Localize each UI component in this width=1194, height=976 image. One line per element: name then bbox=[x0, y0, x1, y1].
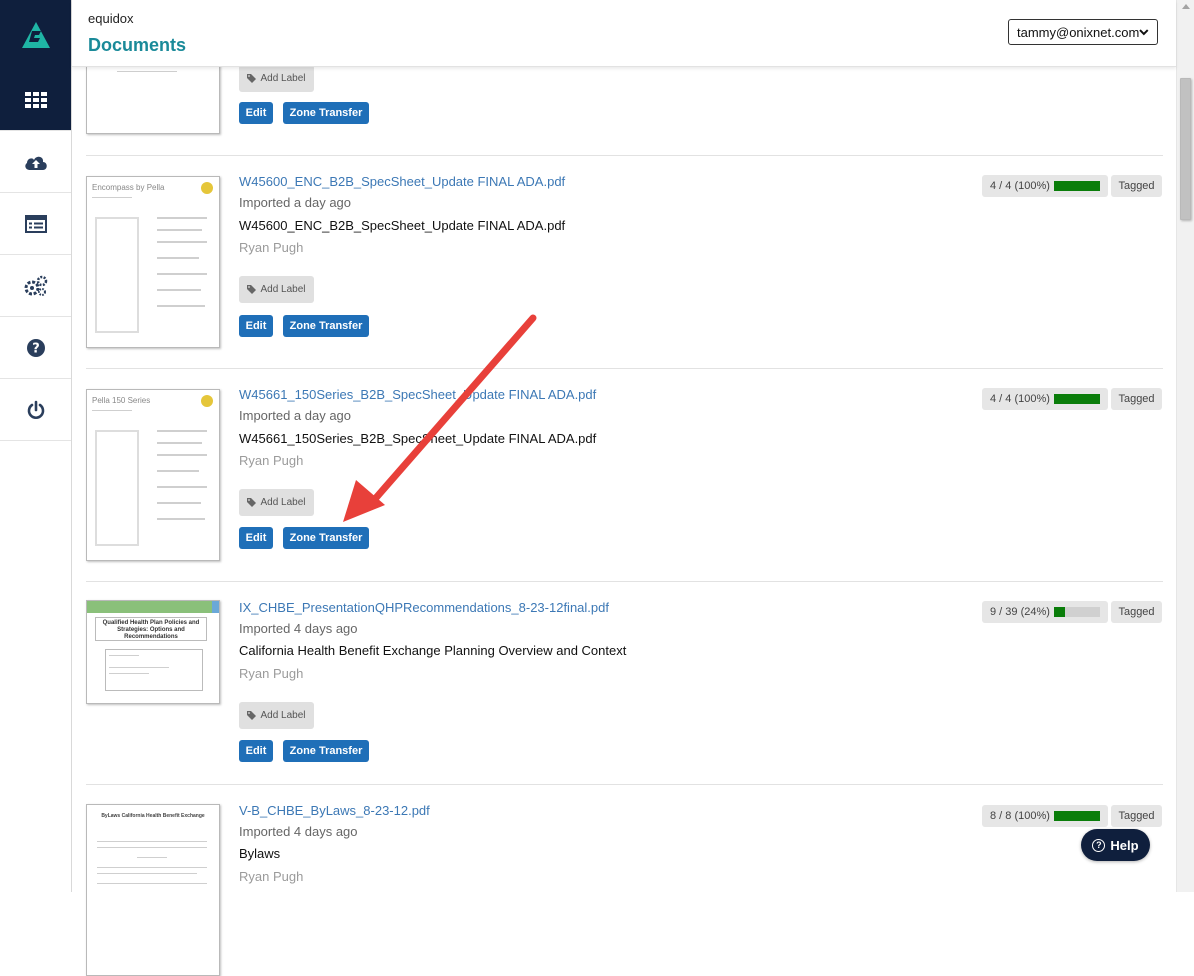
zone-transfer-button[interactable]: Zone Transfer bbox=[283, 527, 369, 549]
add-label-text: Add Label bbox=[260, 710, 306, 721]
add-label-button[interactable]: Add Label bbox=[239, 489, 314, 516]
document-owner: Ryan Pugh bbox=[239, 240, 304, 255]
cloud-upload-icon bbox=[24, 156, 47, 170]
imported-time: Imported 4 days ago bbox=[239, 824, 358, 839]
document-thumbnail[interactable]: Pella 150 Series bbox=[86, 389, 220, 561]
zone-transfer-button[interactable]: Zone Transfer bbox=[283, 102, 369, 124]
document-title: California Health Benefit Exchange Plann… bbox=[239, 643, 627, 658]
document-item: ByLaws California Health Benefit Exchang… bbox=[86, 785, 1163, 976]
scroll-up-arrow[interactable] bbox=[1182, 4, 1190, 9]
question-circle-icon: ? bbox=[1092, 838, 1106, 852]
add-label-button[interactable]: Add Label bbox=[239, 702, 314, 729]
thumbnail-heading: Encompass by Pella bbox=[92, 183, 165, 192]
progress-indicator: 8 / 8 (100%) bbox=[982, 805, 1108, 827]
progress-bar bbox=[1054, 811, 1100, 821]
progress-fill bbox=[1054, 181, 1100, 191]
sidebar-item-list[interactable] bbox=[0, 193, 71, 255]
imported-time: Imported 4 days ago bbox=[239, 621, 358, 636]
tag-icon bbox=[247, 285, 257, 294]
sidebar: ? bbox=[0, 0, 72, 892]
user-email: tammy@onixnet.com bbox=[1017, 24, 1140, 40]
document-owner: Ryan Pugh bbox=[239, 453, 304, 468]
imported-time: Imported a day ago bbox=[239, 408, 352, 423]
logo-icon bbox=[21, 21, 50, 48]
progress-text: 4 / 4 (100%) bbox=[990, 180, 1050, 192]
document-title: Bylaws bbox=[239, 846, 281, 861]
progress-fill bbox=[1054, 394, 1100, 404]
progress-indicator: 9 / 39 (24%) bbox=[982, 601, 1108, 623]
list-icon bbox=[24, 214, 47, 233]
progress-fill bbox=[1054, 811, 1100, 821]
document-filename-link[interactable]: IX_CHBE_PresentationQHPRecommendations_8… bbox=[239, 600, 609, 615]
zone-transfer-button[interactable]: Zone Transfer bbox=[283, 315, 369, 337]
vertical-scrollbar[interactable] bbox=[1176, 0, 1194, 892]
tag-icon bbox=[247, 74, 257, 83]
document-thumbnail[interactable]: Qualified Health Plan Policies and Strat… bbox=[86, 600, 220, 704]
thumbnail-heading: Pella 150 Series bbox=[92, 396, 151, 405]
equidox-logo[interactable] bbox=[0, 0, 71, 69]
edit-button[interactable]: Edit bbox=[239, 315, 273, 337]
status-badge: Tagged bbox=[1111, 805, 1162, 827]
page-header: equidox Documents tammy@onixnet.com bbox=[72, 0, 1176, 67]
add-label-text: Add Label bbox=[260, 497, 306, 508]
document-thumbnail[interactable]: ByLaws California Health Benefit Exchang… bbox=[86, 804, 220, 976]
document-owner: Ryan Pugh bbox=[239, 666, 304, 681]
sidebar-item-logout[interactable] bbox=[0, 379, 71, 441]
thumbnail-heading: Qualified Health Plan Policies and Strat… bbox=[95, 617, 207, 641]
sidebar-item-upload[interactable] bbox=[0, 131, 71, 193]
document-item: Qualified Health Plan Policies and Strat… bbox=[86, 582, 1163, 785]
status-badge: Tagged bbox=[1111, 388, 1162, 410]
add-label-text: Add Label bbox=[260, 73, 306, 84]
edit-button[interactable]: Edit bbox=[239, 740, 273, 762]
status-badge: Tagged bbox=[1111, 601, 1162, 623]
tag-icon bbox=[247, 711, 257, 720]
thumbnail-heading: ByLaws California Health Benefit Exchang… bbox=[101, 813, 205, 819]
document-owner: Ryan Pugh bbox=[239, 869, 304, 884]
sidebar-item-help[interactable]: ? bbox=[0, 317, 71, 379]
grid-icon bbox=[24, 91, 47, 108]
sidebar-item-settings[interactable] bbox=[0, 255, 71, 317]
help-label: Help bbox=[1110, 837, 1139, 853]
sidebar-item-dashboard[interactable] bbox=[0, 69, 71, 131]
document-filename-link[interactable]: W45600_ENC_B2B_SpecSheet_Update FINAL AD… bbox=[239, 174, 565, 189]
document-thumbnail[interactable]: Encompass by Pella bbox=[86, 176, 220, 348]
svg-text:?: ? bbox=[32, 341, 40, 356]
add-label-button[interactable]: Add Label bbox=[239, 65, 314, 92]
gears-icon bbox=[24, 275, 47, 296]
imported-time: Imported a day ago bbox=[239, 195, 352, 210]
page-title: Documents bbox=[88, 35, 187, 55]
user-account-select[interactable]: tammy@onixnet.com bbox=[1008, 19, 1158, 45]
progress-text: 8 / 8 (100%) bbox=[990, 810, 1050, 822]
help-button[interactable]: ? Help bbox=[1081, 829, 1150, 861]
progress-indicator: 4 / 4 (100%) bbox=[982, 388, 1108, 410]
document-item: Encompass by Pella W45600_ENC_B2B_SpecSh… bbox=[86, 156, 1163, 369]
progress-bar bbox=[1054, 607, 1100, 617]
scrollbar-thumb[interactable] bbox=[1180, 78, 1191, 220]
edit-button[interactable]: Edit bbox=[239, 527, 273, 549]
progress-indicator: 4 / 4 (100%) bbox=[982, 175, 1108, 197]
edit-button[interactable]: Edit bbox=[239, 102, 273, 124]
document-title: W45661_150Series_B2B_SpecSheet_Update FI… bbox=[239, 431, 597, 446]
document-filename-link[interactable]: W45661_150Series_B2B_SpecSheet_Update FI… bbox=[239, 387, 596, 402]
app-brand: equidox bbox=[88, 11, 134, 26]
add-label-text: Add Label bbox=[260, 284, 306, 295]
progress-text: 4 / 4 (100%) bbox=[990, 393, 1050, 405]
progress-bar bbox=[1054, 394, 1100, 404]
progress-text: 9 / 39 (24%) bbox=[990, 606, 1050, 618]
tag-icon bbox=[247, 498, 257, 507]
add-label-button[interactable]: Add Label bbox=[239, 276, 314, 303]
document-item: Pella 150 Series W45661_150Series_B2B_Sp… bbox=[86, 369, 1163, 582]
zone-transfer-button[interactable]: Zone Transfer bbox=[283, 740, 369, 762]
progress-bar bbox=[1054, 181, 1100, 191]
chevron-down-icon bbox=[1139, 28, 1149, 35]
progress-fill bbox=[1054, 607, 1066, 617]
status-badge: Tagged bbox=[1111, 175, 1162, 197]
power-icon bbox=[27, 400, 44, 419]
document-title: W45600_ENC_B2B_SpecSheet_Update FINAL AD… bbox=[239, 218, 566, 233]
question-icon: ? bbox=[26, 338, 45, 357]
document-filename-link[interactable]: V-B_CHBE_ByLaws_8-23-12.pdf bbox=[239, 803, 430, 818]
